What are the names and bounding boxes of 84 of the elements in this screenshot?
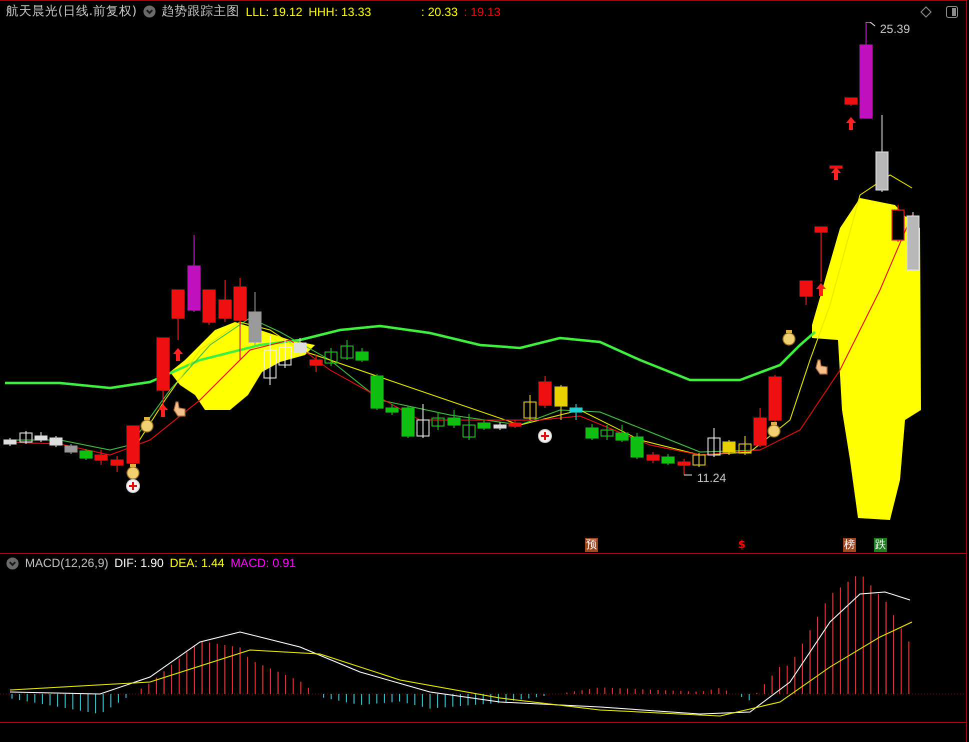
candlestick	[646, 452, 660, 464]
candlestick	[80, 448, 92, 460]
candlestick	[662, 454, 674, 466]
money-bag-icon	[126, 464, 140, 480]
money-bag-icon	[140, 417, 154, 432]
stock-title: 航天晨光(日线.前复权)	[6, 3, 137, 20]
candlestick	[478, 420, 490, 430]
candlestick	[538, 376, 552, 408]
indicator-value: : 19.13	[464, 4, 501, 18]
up-arrow-icon	[846, 117, 856, 130]
candlestick	[370, 374, 384, 410]
candlestick	[50, 436, 62, 448]
candlestick	[248, 292, 262, 346]
candlestick	[218, 280, 232, 322]
candlestick	[324, 348, 338, 366]
candlestick	[906, 212, 920, 272]
candlestick	[402, 406, 414, 438]
candlestick	[554, 384, 568, 420]
candlestick	[524, 394, 536, 420]
diamond-icon[interactable]	[920, 6, 932, 18]
up-arrow-icon	[173, 348, 183, 361]
candlestick	[172, 290, 184, 340]
indicator-value: DIF: 1.90	[114, 556, 164, 570]
candlestick	[678, 458, 690, 476]
pointing-hand-icon	[173, 402, 186, 416]
candlestick	[310, 354, 322, 372]
money-bag-icon	[768, 422, 780, 438]
candlestick	[616, 424, 628, 442]
signal-mark: $	[737, 538, 747, 552]
candlestick	[508, 420, 522, 428]
candlestick	[754, 408, 766, 448]
candlestick	[462, 414, 476, 440]
candlestick	[814, 226, 828, 282]
indicator-name[interactable]: 趋势跟踪主图	[162, 3, 240, 20]
dropdown-icon[interactable]	[6, 556, 19, 570]
candlestick	[278, 340, 292, 368]
candlestick	[94, 450, 108, 466]
pointing-hand-icon	[815, 360, 828, 374]
candlestick	[708, 428, 720, 458]
candlestick	[340, 340, 354, 360]
indicator-value: HHH: 13.33	[308, 4, 372, 18]
candlestick	[448, 410, 460, 428]
dropdown-icon[interactable]	[142, 5, 156, 18]
candlestick	[294, 338, 306, 356]
panel-toggle-icon[interactable]	[946, 6, 958, 18]
indicator-value: MACD: 0.91	[230, 556, 296, 570]
candlestick	[844, 98, 858, 106]
signal-badge: 跌	[874, 538, 887, 552]
indicator-name[interactable]: MACD(12,26,9)	[25, 556, 108, 570]
plus-circle-icon	[538, 429, 552, 443]
candlestick	[110, 456, 124, 472]
candlestick	[34, 432, 48, 442]
money-bag-icon	[782, 330, 796, 346]
indicator-value: DEA: 1.44	[170, 556, 224, 570]
indicator-value: : 20.33	[421, 4, 458, 18]
candlestick	[600, 424, 614, 440]
candlestick	[692, 452, 706, 468]
price-label: 25.39	[880, 22, 910, 36]
candlestick	[20, 430, 32, 444]
price-label: 11.24	[697, 471, 726, 485]
up-arrow-icon	[816, 283, 826, 296]
candlestick	[64, 444, 78, 454]
up-arrow-icon	[831, 167, 841, 180]
candlestick	[738, 436, 752, 456]
candlestick	[416, 404, 430, 438]
candlestick	[630, 432, 644, 460]
candlestick	[892, 204, 904, 242]
candlestick	[264, 336, 276, 386]
candlestick	[586, 424, 598, 440]
plus-circle-icon	[126, 479, 140, 493]
up-arrow-icon	[158, 404, 168, 417]
candlestick	[722, 440, 736, 456]
signal-badge: 榜	[843, 538, 856, 552]
candlestick	[356, 348, 368, 362]
signal-badge: 预	[585, 538, 598, 552]
candlestick	[800, 280, 812, 306]
candlestick	[432, 412, 444, 430]
candlestick	[386, 404, 398, 416]
candlestick	[768, 374, 782, 422]
indicator-value: LLL: 19.12	[246, 4, 302, 18]
candlestick	[4, 438, 16, 446]
candlestick	[202, 290, 216, 326]
candlestick	[570, 404, 582, 420]
candlestick	[494, 422, 506, 430]
